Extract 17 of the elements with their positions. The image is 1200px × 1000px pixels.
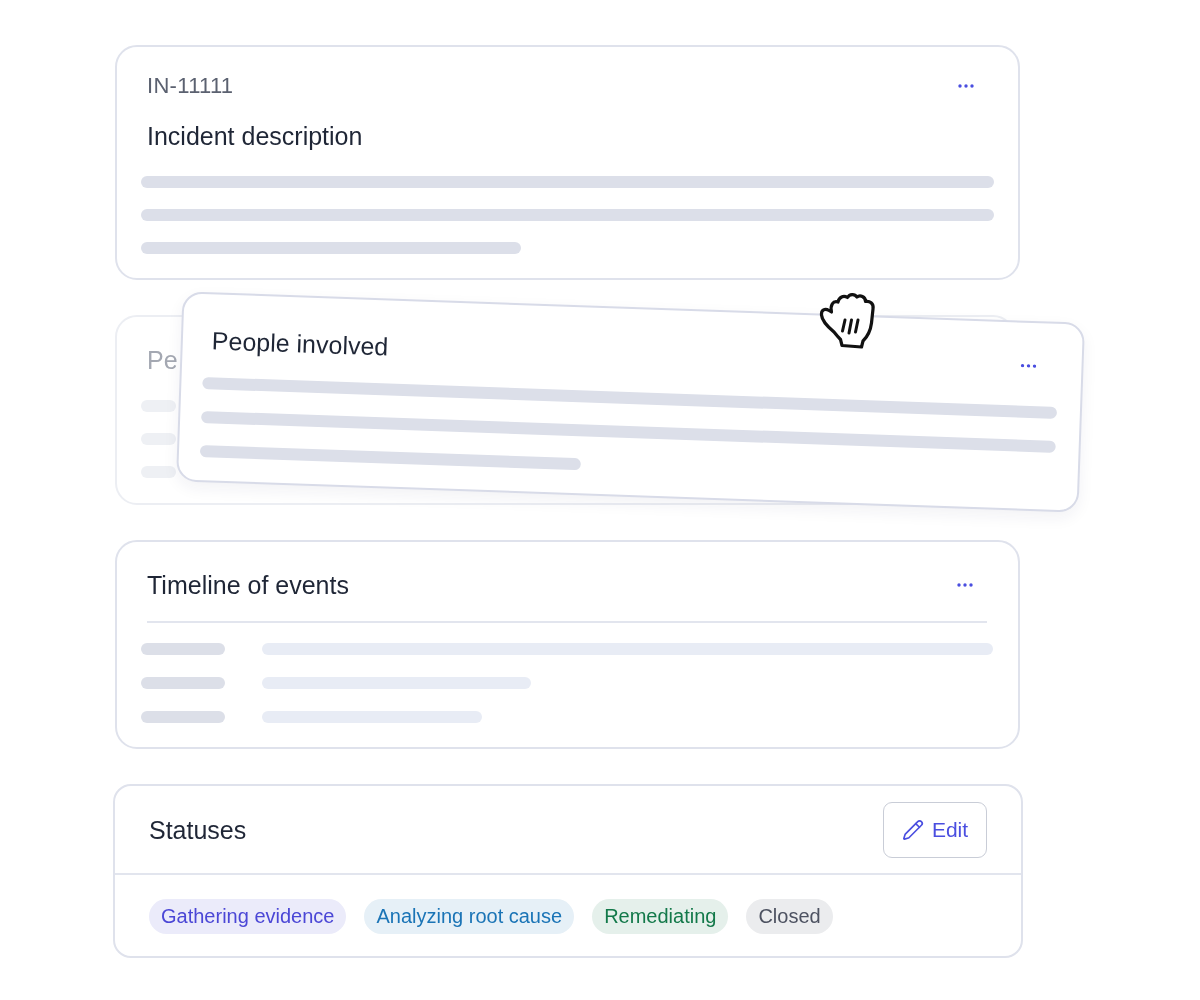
incident-id: IN-11111 [147, 72, 234, 100]
more-options-icon[interactable] [957, 583, 973, 587]
pencil-icon [901, 819, 924, 841]
card-title: Incident description [147, 121, 363, 151]
card-title: People involved [211, 325, 389, 362]
card-title: Statuses [149, 815, 247, 845]
status-tag: Closed [746, 899, 833, 934]
edit-button[interactable]: Edit [883, 802, 987, 858]
skeleton-line [141, 466, 176, 478]
card-title: Pe [147, 345, 178, 375]
more-options-icon[interactable] [1020, 363, 1037, 369]
more-options-icon[interactable] [958, 84, 974, 88]
status-tag: Analyzing root cause [364, 899, 575, 934]
skeleton-line [141, 433, 176, 445]
card-title: Timeline of events [147, 570, 349, 600]
status-tag: Remediating [592, 899, 729, 934]
status-tag: Gathering evidence [149, 899, 347, 934]
